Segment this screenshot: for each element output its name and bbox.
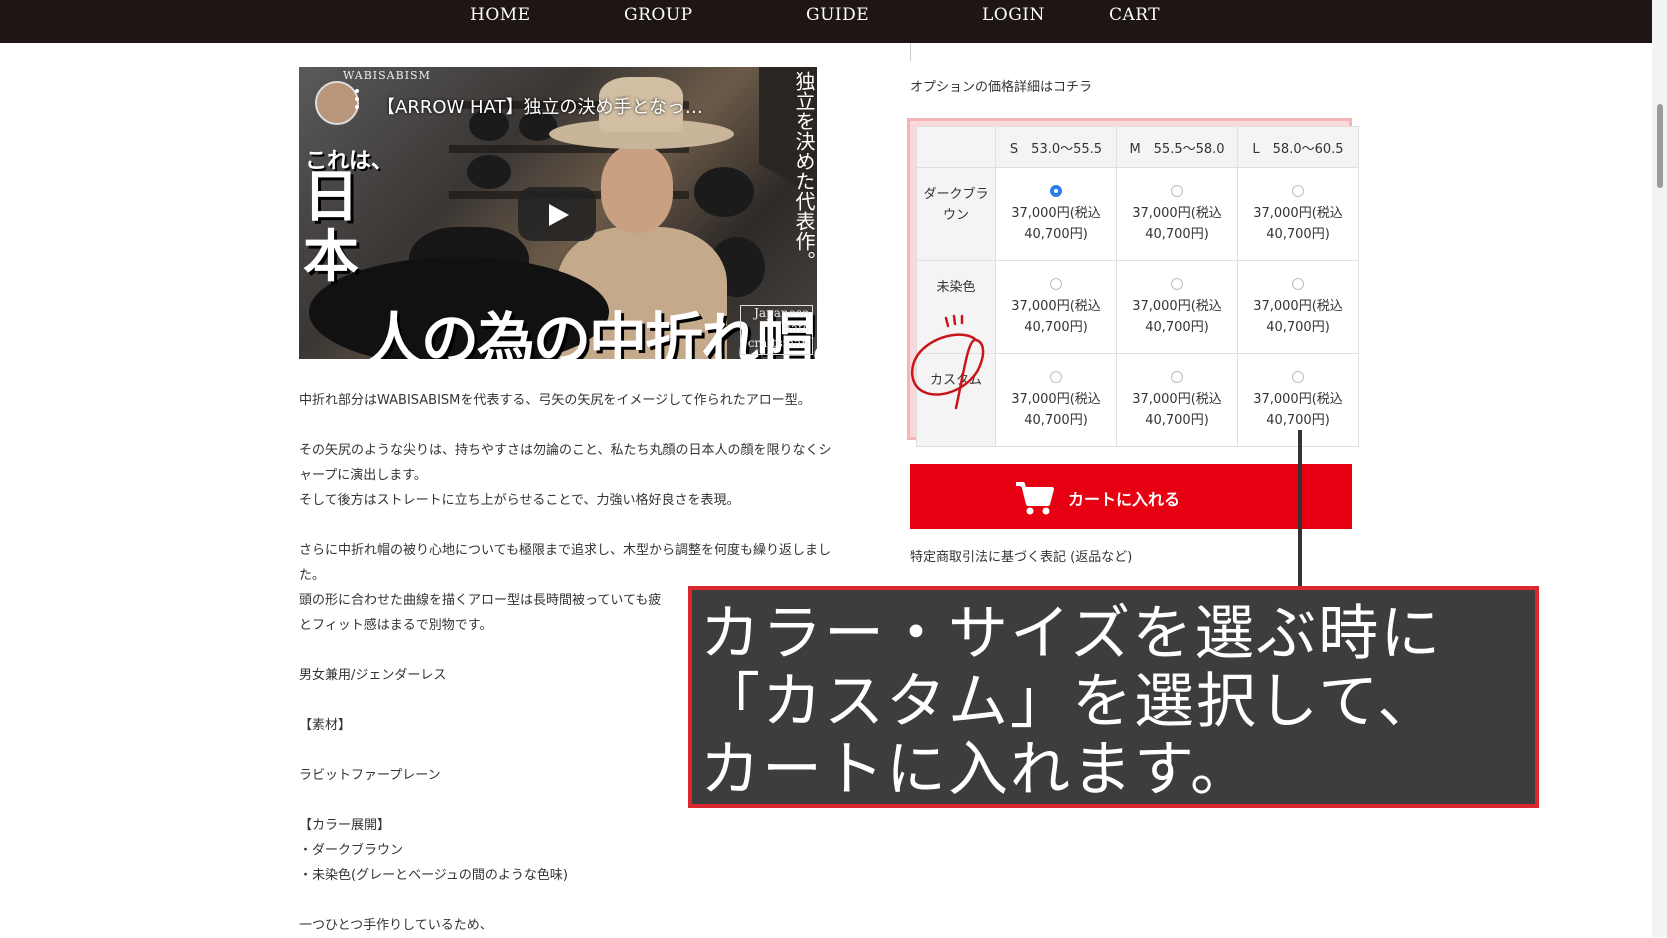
video-title[interactable]: 【ARROW HAT】独立の決め手となっ… bbox=[377, 93, 703, 119]
radio-custom-s[interactable] bbox=[1050, 371, 1062, 383]
thumb-vertical-text: 独立を決めた代表作。 bbox=[792, 71, 816, 271]
radio-undyed-s[interactable] bbox=[1050, 278, 1062, 290]
nav-group[interactable]: GROUP bbox=[624, 5, 693, 25]
desc-line: そして後方はストレートに立ち上がらせることで、力強い格好良さを表現。 bbox=[299, 493, 740, 508]
badge-line: craftsman bbox=[747, 336, 809, 350]
callout-line: 「カスタム」を選択して、 bbox=[700, 667, 1440, 737]
option-cell[interactable]: 37,000円(税込 40,700円) bbox=[995, 167, 1117, 261]
desc-line: 一つひとつ手作りしているため、 bbox=[299, 918, 493, 933]
badge-line: hats bbox=[783, 321, 809, 335]
desc-line: ・未染色(グレーとベージュの間のような色味) bbox=[299, 868, 568, 883]
option-cell[interactable]: 37,000円(税込 40,700円) bbox=[1116, 260, 1238, 354]
option-cell[interactable]: 37,000円(税込 40,700円) bbox=[1237, 167, 1359, 261]
callout-line: カラー・サイズを選ぶ時に bbox=[700, 599, 1443, 669]
price-text: 37,000円(税込 40,700円) bbox=[1253, 299, 1343, 335]
price-text: 37,000円(税込 40,700円) bbox=[1132, 299, 1222, 335]
price-text: 37,000円(税込 40,700円) bbox=[1132, 392, 1222, 428]
hand-drawn-circle-annotation bbox=[911, 314, 985, 410]
desc-line: ・ダークブラウン bbox=[299, 843, 404, 858]
play-button[interactable] bbox=[518, 187, 596, 241]
size-header-m: M 55.5〜58.0 bbox=[1116, 126, 1238, 168]
badge-line: Japanese bbox=[754, 306, 809, 320]
desc-line: その矢尻のような尖りは、持ちやすさは勿論のこと、私たち丸顔の日本人の顔を限りなく… bbox=[299, 443, 832, 458]
price-text: 37,000円(税込 40,700円) bbox=[1011, 299, 1101, 335]
thumb-person-head bbox=[601, 145, 673, 233]
radio-dark-brown-l[interactable] bbox=[1292, 185, 1304, 197]
radio-undyed-l[interactable] bbox=[1292, 278, 1304, 290]
desc-line: た。 bbox=[299, 568, 326, 583]
page-scrollbar[interactable] bbox=[1652, 0, 1667, 937]
price-text: 37,000円(税込 40,700円) bbox=[1011, 392, 1101, 428]
nav-guide[interactable]: GUIDE bbox=[806, 5, 869, 25]
channel-avatar[interactable] bbox=[315, 81, 359, 125]
table-corner bbox=[916, 126, 996, 168]
price-text: 37,000円(税込 40,700円) bbox=[1011, 206, 1101, 242]
channel-name: WABISABISM bbox=[343, 69, 431, 82]
option-cell[interactable]: 37,000円(税込 40,700円) bbox=[1116, 353, 1238, 447]
thumb-hat bbox=[694, 167, 754, 217]
legal-notice-link[interactable]: 特定商取引法に基づく表記 (返品など) bbox=[910, 546, 1132, 565]
price-text: 37,000円(税込 40,700円) bbox=[1132, 206, 1222, 242]
color-label-dark-brown: ダークブラウン bbox=[916, 167, 996, 261]
desc-line: ャープに演出します。 bbox=[299, 468, 427, 483]
video-menu-icon[interactable] bbox=[355, 89, 359, 113]
embedded-video[interactable]: 独立を決めた代表作。 これは、 日本 人の為の中折れ帽。 Japanese ha… bbox=[299, 67, 817, 359]
cart-icon bbox=[1016, 482, 1054, 515]
price-text: 37,000円(税込 40,700円) bbox=[1253, 206, 1343, 242]
thumb-badge: Japanese hats craftsman bbox=[740, 305, 813, 355]
radio-custom-l[interactable] bbox=[1292, 371, 1304, 383]
column-divider bbox=[910, 43, 911, 61]
top-navbar: HOME GROUP GUIDE LOGIN CART bbox=[0, 0, 1652, 43]
callout-line: カートに入れます。 bbox=[700, 735, 1252, 805]
size-header-s: S 53.0〜55.5 bbox=[995, 126, 1117, 168]
option-cell[interactable]: 37,000円(税込 40,700円) bbox=[1237, 260, 1359, 354]
option-cell[interactable]: 37,000円(税込 40,700円) bbox=[995, 260, 1117, 354]
add-to-cart-button[interactable]: カートに入れる bbox=[910, 464, 1352, 529]
nav-login[interactable]: LOGIN bbox=[982, 5, 1045, 25]
price-text: 37,000円(税込 40,700円) bbox=[1253, 392, 1343, 428]
play-icon bbox=[549, 204, 569, 226]
radio-custom-m[interactable] bbox=[1171, 371, 1183, 383]
table-row: ダークブラウン 37,000円(税込 40,700円) 37,000円(税込 40,… bbox=[916, 167, 1359, 261]
thumb-caption-2: 日本 bbox=[303, 164, 359, 290]
nav-cart[interactable]: CART bbox=[1109, 5, 1160, 25]
option-cell[interactable]: 37,000円(税込 40,700円) bbox=[995, 353, 1117, 447]
nav-home[interactable]: HOME bbox=[470, 5, 531, 25]
desc-line: 中折れ部分はWABISABISMを代表する、弓矢の矢尻をイメージして作られたアロ… bbox=[299, 393, 811, 408]
desc-line: 【カラー展開】 bbox=[299, 818, 391, 833]
instruction-callout: カラー・サイズを選ぶ時に 「カスタム」を選択して、 カートに入れます。 bbox=[688, 586, 1539, 808]
radio-dark-brown-m[interactable] bbox=[1171, 185, 1183, 197]
size-header-l: L 58.0〜60.5 bbox=[1237, 126, 1359, 168]
radio-dark-brown-s[interactable] bbox=[1050, 185, 1062, 197]
desc-line: さらに中折れ帽の被り心地についても極限まで追求し、木型から調整を何度も繰り返しま… bbox=[299, 543, 831, 558]
annotation-connector-line bbox=[1298, 430, 1302, 588]
option-price-link[interactable]: オプションの価格詳細はコチラ bbox=[910, 76, 1092, 95]
option-cell[interactable]: 37,000円(税込 40,700円) bbox=[1116, 167, 1238, 261]
radio-undyed-m[interactable] bbox=[1171, 278, 1183, 290]
thumb-hat bbox=[467, 155, 511, 189]
add-to-cart-label: カートに入れる bbox=[1068, 490, 1181, 509]
scrollbar-thumb[interactable] bbox=[1657, 104, 1663, 188]
